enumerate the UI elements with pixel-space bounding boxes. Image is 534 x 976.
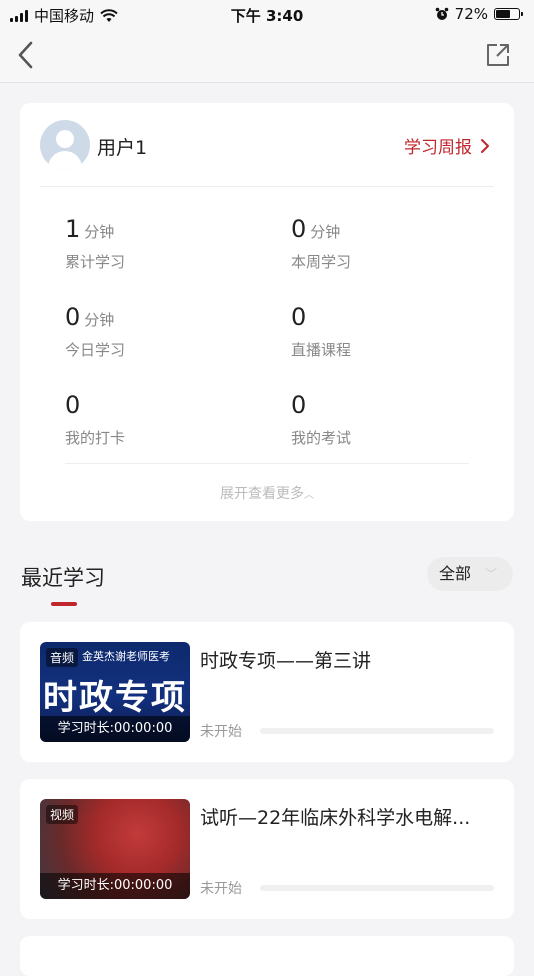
stat-value: 0 [291,215,307,243]
stat-total-study[interactable]: 1 分钟 累计学习 [65,215,265,272]
recent-learning-title: 最近学习 [21,566,105,590]
stat-unit: 分钟 [310,223,341,241]
status-bar: 中国移动 下午 3:40 72% [0,0,534,28]
study-duration: 学习时长:00:00:00 [40,716,190,742]
stat-label: 今日学习 [65,341,126,359]
stat-label: 直播课程 [291,341,352,359]
stat-checkins[interactable]: 0 我的打卡 [65,391,265,448]
stat-today-study[interactable]: 0 分钟 今日学习 [65,303,265,360]
chevron-up-icon: ︿ [304,490,314,501]
status-bar-right: 72% [435,5,523,23]
stat-unit: 分钟 [84,223,115,241]
stat-value: 1 [65,215,81,243]
alarm-icon [435,7,448,20]
progress-bar [260,728,494,734]
course-thumbnail: 视频 学习时长:00:00:00 [40,799,190,899]
stat-label: 我的打卡 [65,429,126,447]
battery-icon [494,8,523,20]
stat-label: 累计学习 [65,253,126,271]
filter-label: 全部 [439,564,472,583]
share-icon[interactable] [484,41,512,69]
back-chevron-icon[interactable] [12,39,44,71]
stat-live-courses[interactable]: 0 直播课程 [291,303,491,360]
divider [65,463,469,464]
filter-dropdown[interactable]: 全部 ﹀ [427,557,513,591]
course-title: 试听—22年临床外科学水电解... [200,807,471,829]
nav-bar [0,28,534,83]
username: 用户1 [97,137,148,159]
weekly-report-label: 学习周报 [404,138,472,158]
stat-exams[interactable]: 0 我的考试 [291,391,491,448]
stat-value: 0 [65,391,81,419]
type-badge: 视频 [46,805,79,824]
expand-more-label: 展开查看更多 [220,486,304,502]
course-status: 未开始 [200,724,242,740]
weekly-report-link[interactable]: 学习周报 [404,133,490,158]
thumbnail-title: 时政专项 [43,678,187,718]
stat-label: 我的考试 [291,429,352,447]
expand-more-button[interactable]: 展开查看更多︿ [20,483,514,503]
battery-level [496,10,511,18]
progress-bar [260,885,494,891]
battery-percent: 72% [454,5,488,23]
stat-value: 0 [291,303,307,331]
stat-label: 本周学习 [291,253,352,271]
type-badge: 音频 [46,648,79,667]
stat-week-study[interactable]: 0 分钟 本周学习 [291,215,491,272]
stat-value: 0 [291,391,307,419]
tab-underline [51,602,77,606]
avatar[interactable] [40,120,90,170]
stat-value: 0 [65,303,81,331]
divider [40,186,494,187]
stat-unit: 分钟 [84,311,115,329]
study-duration: 学习时长:00:00:00 [40,873,190,899]
course-status: 未开始 [200,881,242,897]
course-title: 时政专项——第三讲 [200,650,372,672]
course-card[interactable]: 视频 学习时长:00:00:00 试听—22年临床外科学水电解... 未开始 [20,779,514,919]
course-thumbnail: 音频 金英杰谢老师医考 时政专项 学习时长:00:00:00 [40,642,190,742]
chevron-down-icon: ﹀ [484,567,497,581]
chevron-right-icon [481,138,489,153]
profile-card: 用户1 学习周报 1 分钟 累计学习 0 分钟 本周学习 0 分钟 今日学习 0 直播… [20,103,514,521]
thumbnail-brand: 金英杰谢老师医考 [82,650,170,663]
course-card[interactable]: 音频 金英杰谢老师医考 时政专项 学习时长:00:00:00 时政专项——第三讲… [20,622,514,762]
course-card[interactable] [20,936,514,976]
